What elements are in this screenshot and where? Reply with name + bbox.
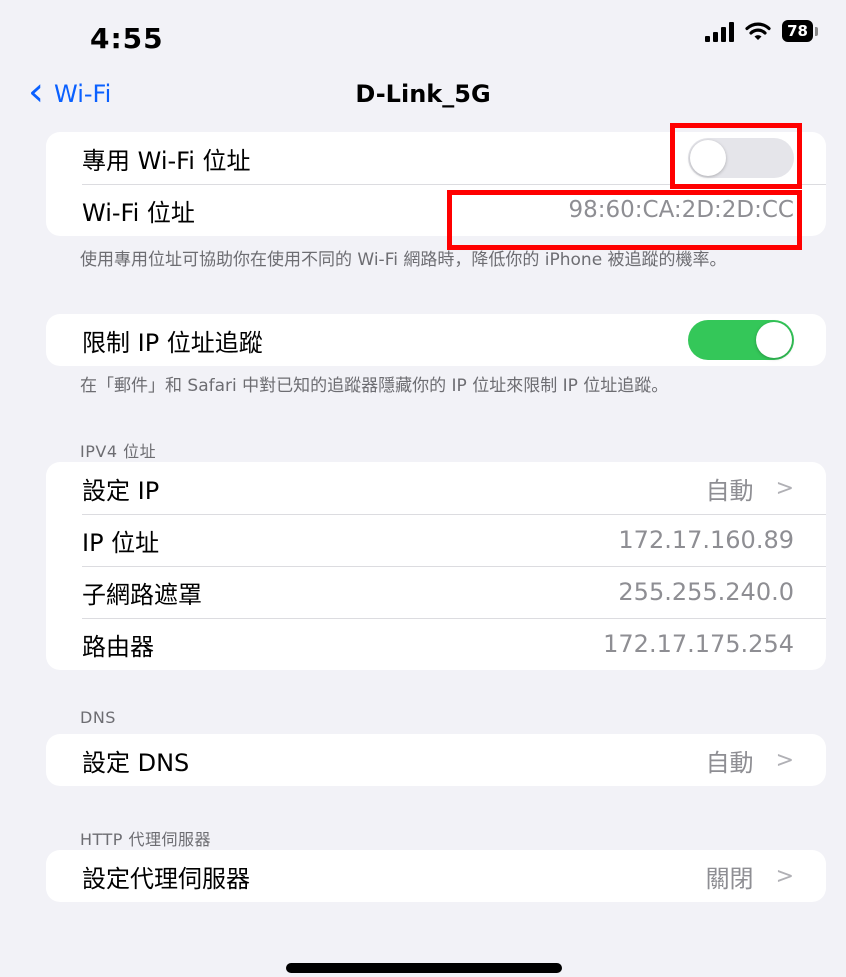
limit-tracking-group: 限制 IP 位址追蹤: [46, 314, 826, 366]
home-indicator: [286, 963, 562, 973]
ipv4-group: 設定 IP 自動 > IP 位址 172.17.160.89 子網路遮罩 255…: [46, 462, 826, 670]
toggle-highlight-box: [670, 123, 802, 189]
configure-proxy-label: 設定代理伺服器: [82, 864, 250, 893]
ip-address-value: 172.17.160.89: [618, 526, 794, 554]
configure-ip-value: 自動: [705, 476, 754, 505]
address-highlight-box: [447, 190, 802, 250]
configure-proxy-row[interactable]: 設定代理伺服器 關閉 >: [46, 850, 826, 902]
proxy-section-header: HTTP 代理伺服器: [80, 830, 212, 849]
wifi-icon: [745, 22, 771, 40]
configure-dns-label: 設定 DNS: [82, 748, 190, 777]
subnet-mask-value: 255.255.240.0: [618, 578, 794, 606]
proxy-group: 設定代理伺服器 關閉 >: [46, 850, 826, 902]
page-title: D-Link_5G: [355, 80, 491, 108]
dns-section-header: DNS: [80, 708, 116, 727]
navigation-bar: ‹ Wi-Fi D-Link_5G: [0, 68, 846, 118]
ipv4-section-header: IPV4 位址: [80, 442, 157, 461]
chevron-right-icon: >: [775, 747, 794, 773]
chevron-right-icon: >: [775, 475, 794, 501]
private-address-footer: 使用專用位址可協助你在使用不同的 Wi-Fi 網路時，降低你的 iPhone 被…: [80, 250, 727, 270]
limit-tracking-row: 限制 IP 位址追蹤: [46, 314, 826, 366]
status-time: 4:55: [90, 22, 164, 55]
battery-level: 78: [782, 20, 813, 42]
status-icons: 78: [705, 20, 818, 42]
subnet-mask-label: 子網路遮罩: [82, 580, 202, 609]
limit-tracking-label: 限制 IP 位址追蹤: [82, 328, 263, 357]
limit-tracking-footer: 在「郵件」和 Safari 中對已知的追蹤器隱藏你的 IP 位址來限制 IP 位…: [80, 376, 669, 396]
subnet-mask-row: 子網路遮罩 255.255.240.0: [46, 566, 826, 618]
configure-ip-row[interactable]: 設定 IP 自動 >: [46, 462, 826, 514]
chevron-right-icon: >: [775, 863, 794, 889]
ip-address-label: IP 位址: [82, 528, 160, 557]
configure-proxy-value: 關閉: [705, 864, 754, 893]
wifi-address-label: Wi-Fi 位址: [82, 198, 195, 227]
configure-dns-row[interactable]: 設定 DNS 自動 >: [46, 734, 826, 786]
router-label: 路由器: [82, 632, 154, 661]
limit-tracking-toggle[interactable]: [688, 320, 794, 360]
configure-ip-label: 設定 IP: [82, 476, 160, 505]
cellular-signal-icon: [705, 20, 735, 42]
router-row: 路由器 172.17.175.254: [46, 618, 826, 670]
battery-icon: 78: [782, 20, 818, 42]
router-value: 172.17.175.254: [603, 630, 794, 658]
status-bar: 4:55 78: [0, 0, 846, 70]
dns-group: 設定 DNS 自動 >: [46, 734, 826, 786]
ip-address-row: IP 位址 172.17.160.89: [46, 514, 826, 566]
configure-dns-value: 自動: [705, 748, 754, 777]
private-address-label: 專用 Wi-Fi 位址: [82, 146, 251, 175]
